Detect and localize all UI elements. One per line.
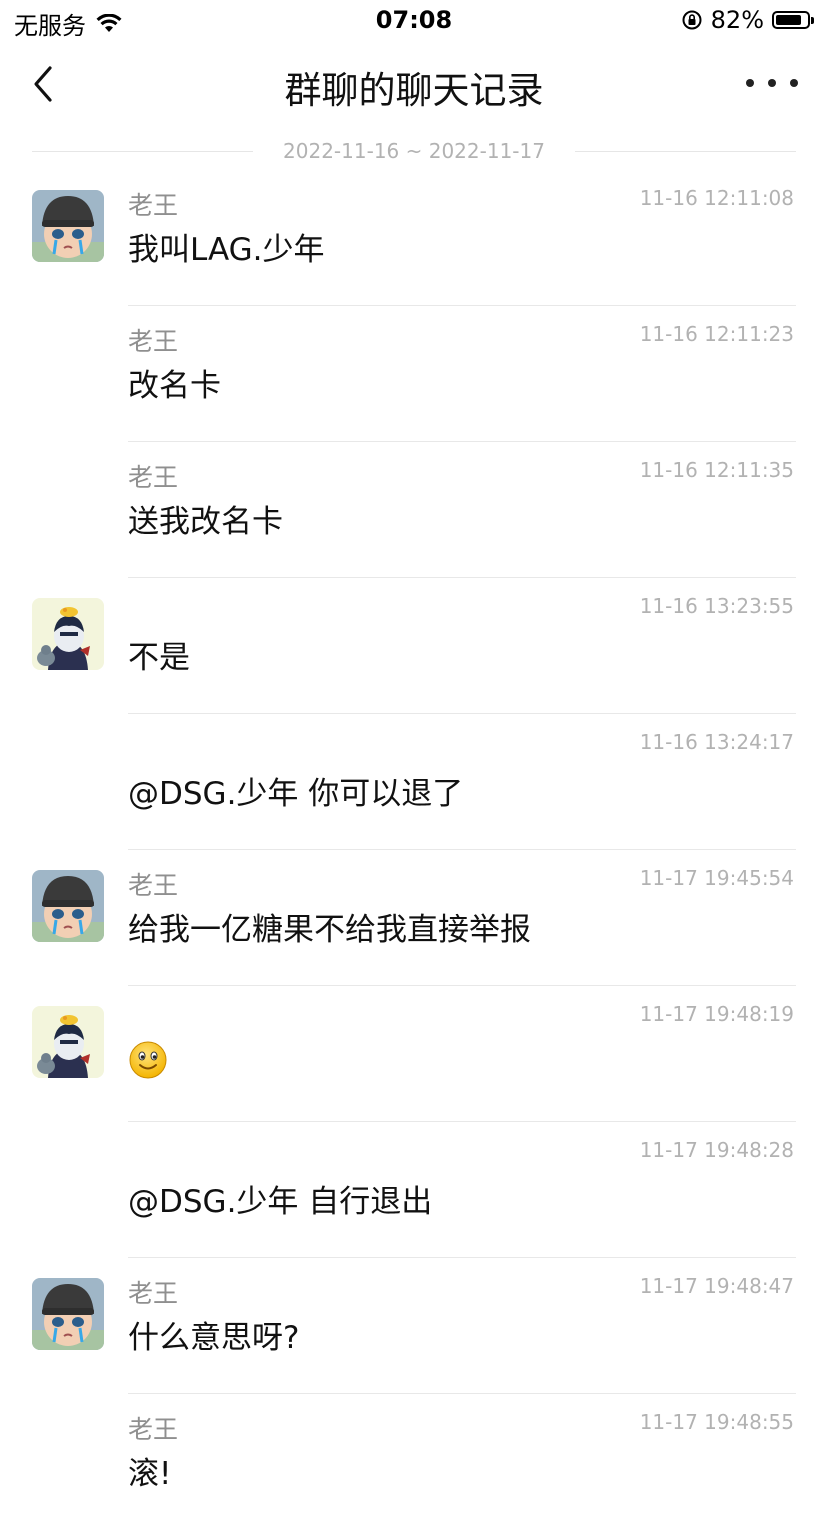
message-text: 我叫LAG.少年 — [128, 232, 325, 268]
message-text: 改名卡 — [128, 368, 221, 404]
message-item[interactable]: 老王 11-16 12:11:08 我叫LAG.少年 — [0, 170, 828, 306]
message-time: 11-16 12:11:35 — [639, 458, 794, 482]
message-item[interactable]: 11-17 19:48:28 @DSG.少年 自行退出 — [0, 1122, 828, 1258]
avatar[interactable] — [32, 1006, 104, 1078]
divider-line — [574, 150, 796, 152]
message-item[interactable]: 老王 11-17 19:48:47 什么意思呀? — [0, 1258, 828, 1394]
message-text: 什么意思呀? — [128, 1320, 300, 1356]
message-text: 滚! — [128, 1456, 172, 1492]
battery-icon — [772, 11, 810, 29]
message-item[interactable]: 老王 11-16 12:11:23 改名卡 — [0, 306, 828, 442]
avatar[interactable] — [32, 190, 104, 262]
message-text: 送我改名卡 — [128, 504, 283, 540]
message-text: 给我一亿糖果不给我直接举报 — [128, 912, 531, 948]
message-time: 11-16 12:11:23 — [639, 322, 794, 346]
divider-line — [32, 150, 254, 152]
dot — [790, 79, 798, 87]
sender-name: 老王 — [128, 1279, 179, 1308]
avatar[interactable] — [32, 598, 104, 670]
message-time: 11-17 19:48:55 — [639, 1410, 794, 1434]
message-time: 11-17 19:48:47 — [639, 1274, 794, 1298]
nav-bar: 群聊的聊天记录 — [0, 42, 828, 130]
more-dots-icon — [746, 79, 754, 87]
avatar[interactable] — [32, 1278, 104, 1350]
battery-cap — [811, 16, 814, 24]
message-item[interactable]: 老王 11-16 12:11:35 送我改名卡 — [0, 442, 828, 578]
message-item[interactable]: 11-16 13:24:17 @DSG.少年 你可以退了 — [0, 714, 828, 850]
message-time: 11-17 19:48:19 — [639, 1002, 794, 1026]
message-text: 不是 — [128, 640, 190, 676]
more-button[interactable] — [746, 68, 798, 98]
date-range-divider: 2022-11-16 ~ 2022-11-17 — [32, 138, 796, 164]
message-item[interactable]: 11-17 19:48:19 — [0, 986, 828, 1122]
message-time: 11-17 19:48:28 — [639, 1138, 794, 1162]
message-text: @DSG.少年 自行退出 — [128, 1184, 433, 1220]
avatar[interactable] — [32, 870, 104, 942]
message-time: 11-16 12:11:08 — [639, 186, 794, 210]
sender-name: 老王 — [128, 191, 179, 220]
message-time: 11-17 19:45:54 — [639, 866, 794, 890]
sender-name: 老王 — [128, 463, 179, 492]
sender-name: 老王 — [128, 327, 179, 356]
message-item[interactable]: 老王 11-17 19:48:55 滚! — [0, 1394, 828, 1530]
dot — [768, 79, 776, 87]
message-item[interactable]: 老王 11-17 19:45:54 给我一亿糖果不给我直接举报 — [0, 850, 828, 986]
rotation-lock-icon — [682, 10, 702, 30]
smiley-emoji-icon — [128, 1040, 168, 1080]
sender-name: 老王 — [128, 1415, 179, 1444]
status-bar: 无服务 07:08 82% — [0, 0, 828, 42]
message-item[interactable]: 11-16 13:23:55 不是 — [0, 578, 828, 714]
page-title: 群聊的聊天记录 — [284, 69, 544, 112]
message-time: 11-16 13:24:17 — [639, 730, 794, 754]
message-text: @DSG.少年 你可以退了 — [128, 776, 464, 812]
message-time: 11-16 13:23:55 — [639, 594, 794, 618]
status-right: 82% — [681, 6, 814, 34]
battery-percent: 82% — [710, 6, 764, 34]
date-range-label: 2022-11-16 ~ 2022-11-17 — [283, 139, 545, 163]
sender-name: 老王 — [128, 871, 179, 900]
